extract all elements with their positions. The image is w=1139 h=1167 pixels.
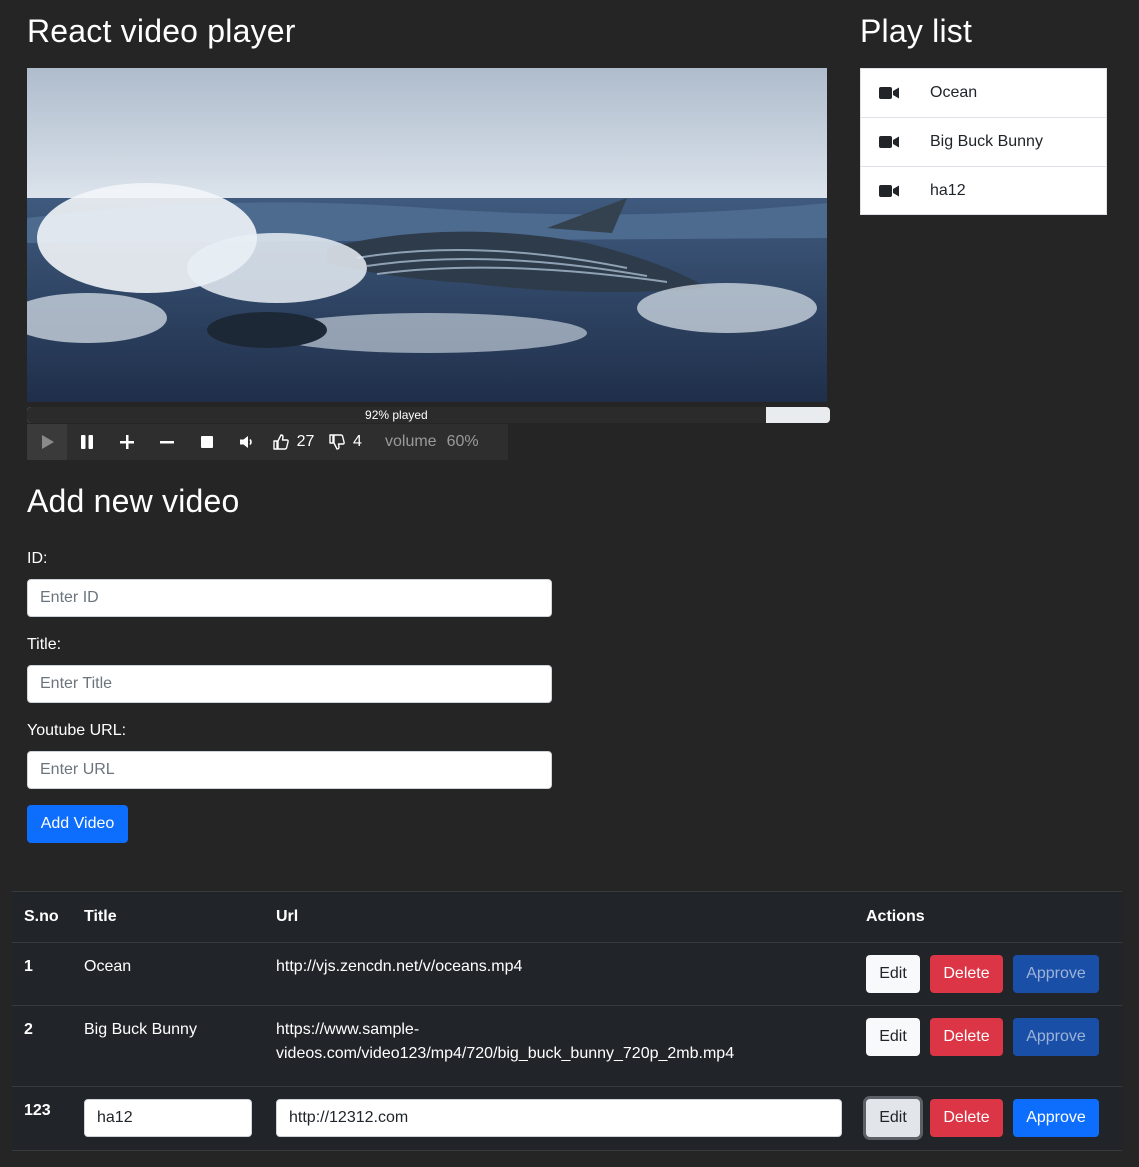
edit-button[interactable]: Edit	[866, 1098, 920, 1137]
row-url: http://vjs.zencdn.net/v/oceans.mp4	[264, 942, 854, 1006]
stop-icon	[201, 436, 213, 448]
playlist-item-ocean[interactable]: Ocean	[861, 69, 1106, 118]
speed-down-button[interactable]	[147, 424, 187, 460]
row-title: Ocean	[72, 942, 264, 1006]
table-row-editing: 123 Edit Delete Approve	[12, 1086, 1122, 1151]
play-button[interactable]	[27, 424, 67, 460]
playlist-item-ha12[interactable]: ha12	[861, 167, 1106, 214]
row-url-line: https://www.sample-	[276, 1020, 420, 1038]
delete-button[interactable]: Delete	[930, 1017, 1003, 1056]
row-sno: 2	[12, 1005, 72, 1087]
id-input[interactable]	[27, 579, 552, 617]
video-camera-icon	[879, 86, 899, 100]
speed-up-button[interactable]	[107, 424, 147, 460]
row-url-line: videos.com/video123/mp4/720/big_buck_bun…	[276, 1044, 735, 1062]
volume-label: volume	[385, 433, 437, 450]
dislike-count: 4	[353, 433, 362, 450]
row-url	[264, 1086, 854, 1151]
video-camera-icon	[879, 135, 899, 149]
row-actions: Edit Delete Approve	[854, 1005, 1122, 1087]
title-input[interactable]	[27, 665, 552, 703]
speaker-icon	[240, 436, 252, 448]
video-frame[interactable]	[27, 68, 827, 402]
playlist: Ocean Big Buck Bunny ha12	[860, 68, 1107, 215]
player-title: React video player	[27, 13, 296, 49]
videos-table: S.no Title Url Actions 1 Ocean http://vj…	[12, 891, 1122, 1151]
pause-icon	[81, 435, 93, 449]
row-url-input[interactable]	[276, 1098, 842, 1137]
video-camera-icon	[879, 184, 899, 198]
add-video-button[interactable]: Add Video	[27, 805, 128, 843]
column-header-url: Url	[264, 892, 854, 943]
column-header-title: Title	[72, 892, 264, 943]
approve-button[interactable]: Approve	[1013, 954, 1099, 993]
url-input[interactable]	[27, 751, 552, 789]
dislike-button[interactable]: 4	[319, 424, 371, 460]
progress-bar[interactable]: 92% played	[27, 407, 830, 423]
pause-button[interactable]	[67, 424, 107, 460]
playlist-item-big-buck-bunny[interactable]: Big Buck Bunny	[861, 118, 1106, 167]
row-sno: 1	[12, 942, 72, 1006]
playlist-item-label: Big Buck Bunny	[930, 133, 1043, 150]
approve-button[interactable]: Approve	[1013, 1098, 1099, 1137]
column-header-actions: Actions	[854, 892, 1122, 943]
playlist-title: Play list	[860, 13, 973, 49]
table-row: 2 Big Buck Bunny https://www.sample- vid…	[12, 1005, 1122, 1087]
playlist-item-label: Ocean	[930, 84, 978, 101]
edit-button[interactable]: Edit	[866, 954, 920, 993]
table-row: 1 Ocean http://vjs.zencdn.net/v/oceans.m…	[12, 942, 1122, 1006]
add-video-title: Add new video	[27, 483, 240, 519]
id-label: ID:	[27, 550, 48, 567]
playlist-item-label: ha12	[930, 181, 966, 199]
ocean-whale-image	[27, 68, 827, 402]
mute-button[interactable]	[227, 424, 267, 460]
url-label: Youtube URL:	[27, 722, 127, 739]
title-label: Title:	[27, 636, 62, 653]
thumbs-up-icon	[272, 434, 289, 450]
row-actions: Edit Delete Approve	[854, 942, 1122, 1006]
row-url: https://www.sample- videos.com/video123/…	[264, 1005, 854, 1087]
approve-button[interactable]: Approve	[1013, 1017, 1099, 1056]
like-count: 27	[296, 433, 315, 450]
column-header-sno: S.no	[12, 892, 72, 943]
row-title-input[interactable]	[84, 1098, 252, 1137]
plus-icon	[120, 435, 134, 449]
progress-label: 92% played	[365, 408, 428, 422]
minus-icon	[160, 441, 174, 444]
like-button[interactable]: 27	[267, 424, 319, 460]
player-controls: 27 4 volume 60%	[27, 424, 508, 460]
volume-value: 60%	[446, 433, 479, 450]
row-title	[72, 1086, 264, 1151]
row-title: Big Buck Bunny	[72, 1005, 264, 1087]
play-icon	[42, 435, 54, 449]
edit-button[interactable]: Edit	[866, 1017, 920, 1056]
row-actions: Edit Delete Approve	[854, 1086, 1122, 1151]
stop-button[interactable]	[187, 424, 227, 460]
row-sno: 123	[12, 1086, 72, 1151]
delete-button[interactable]: Delete	[930, 954, 1003, 993]
thumbs-down-icon	[329, 434, 345, 450]
delete-button[interactable]: Delete	[930, 1098, 1003, 1137]
